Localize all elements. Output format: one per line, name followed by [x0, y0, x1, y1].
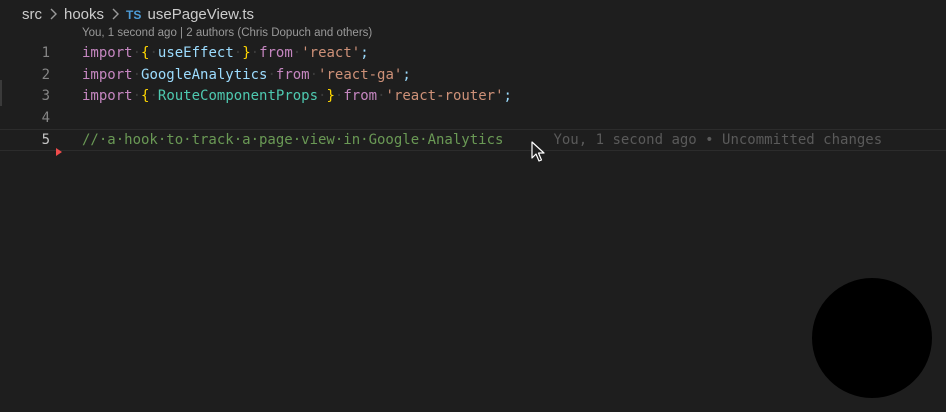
code-text: import·{·RouteComponentProps·}·from·'rea…: [82, 88, 512, 104]
code-text: import·{·useEffect·}·from·'react';: [82, 45, 369, 61]
code-line: 4: [0, 108, 946, 130]
chevron-right-icon: [48, 8, 58, 20]
file-name: usePageView.ts: [147, 5, 255, 23]
inline-blame: You, 1 second ago • Uncommitted changes: [553, 132, 883, 148]
breadcrumb-file[interactable]: TS usePageView.ts: [126, 6, 254, 23]
breadcrumb: src hooks TS usePageView.ts: [22, 4, 254, 24]
typescript-file-icon: TS: [126, 7, 142, 22]
mouse-pointer-icon: [531, 141, 545, 168]
code-text: import·GoogleAnalytics·from·'react-ga';: [82, 66, 411, 83]
editor-window: src hooks TS usePageView.ts You, 1 secon…: [0, 0, 946, 412]
breadcrumb-hooks[interactable]: hooks: [64, 6, 104, 23]
line-number: 2: [41, 66, 50, 83]
line-number: 1: [41, 45, 50, 61]
code-line: 1 import·{·useEffect·}·from·'react';: [0, 43, 946, 65]
dirty-diff-marker-icon[interactable]: [56, 148, 62, 156]
breadcrumb-src[interactable]: src: [22, 6, 42, 23]
code-comment: //·a·hook·to·track·a·page·view·in·Google…: [82, 132, 504, 148]
line-number: 3: [41, 88, 50, 104]
line-number: 5: [41, 132, 50, 148]
chevron-right-icon: [110, 8, 120, 20]
webcam-overlay: [812, 278, 932, 398]
line-number: 4: [41, 109, 50, 126]
codelens-blame[interactable]: You, 1 second ago | 2 authors (Chris Dop…: [82, 27, 372, 39]
code-line: 3 import·{·RouteComponentProps·}·from·'r…: [0, 86, 946, 108]
code-line: 2 import·GoogleAnalytics·from·'react-ga'…: [0, 65, 946, 87]
code-text: //·a·hook·to·track·a·page·view·in·Google…: [82, 130, 882, 152]
code-editor[interactable]: 1 import·{·useEffect·}·from·'react'; 2 i…: [0, 43, 946, 151]
current-code-line: 5 //·a·hook·to·track·a·page·view·in·Goog…: [0, 129, 946, 151]
